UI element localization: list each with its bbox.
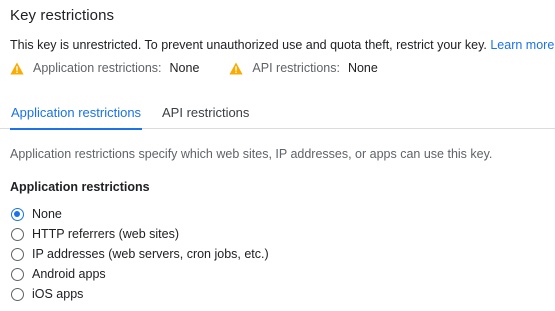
- radio-option-http-referrers[interactable]: HTTP referrers (web sites): [10, 224, 269, 244]
- radio-option-ip-addresses[interactable]: IP addresses (web servers, cron jobs, et…: [10, 244, 269, 264]
- warning-icon: [229, 62, 244, 75]
- radio-button[interactable]: [11, 287, 24, 301]
- radio-button[interactable]: [11, 207, 24, 221]
- radio-option-ios-apps[interactable]: iOS apps: [10, 284, 269, 304]
- restriction-tabs: Application restrictions API restriction…: [0, 96, 555, 130]
- radio-label: IP addresses (web servers, cron jobs, et…: [32, 247, 269, 261]
- api-restrictions-warning: API restrictions: None: [229, 61, 378, 75]
- application-restrictions-warning: Application restrictions: None: [10, 61, 199, 75]
- tab-api-restrictions[interactable]: API restrictions: [161, 96, 250, 129]
- key-restrictions-panel: Key restrictions This key is unrestricte…: [0, 0, 555, 311]
- warning-label: Application restrictions:: [33, 61, 162, 75]
- application-restrictions-heading: Application restrictions: [10, 180, 150, 194]
- radio-button[interactable]: [11, 227, 24, 241]
- warning-value: None: [347, 61, 378, 75]
- learn-more-link[interactable]: Learn more: [490, 38, 554, 52]
- radio-label: None: [32, 207, 62, 221]
- application-restrictions-helper: Application restrictions specify which w…: [10, 147, 493, 161]
- radio-label: Android apps: [32, 267, 106, 281]
- radio-label: iOS apps: [32, 287, 84, 301]
- section-title: Key restrictions: [10, 7, 115, 24]
- tab-application-restrictions[interactable]: Application restrictions: [10, 96, 143, 130]
- warning-value: None: [169, 61, 200, 75]
- radio-button[interactable]: [11, 267, 24, 281]
- radio-label: HTTP referrers (web sites): [32, 227, 180, 241]
- warning-label: API restrictions:: [252, 61, 340, 75]
- radio-option-none[interactable]: None: [10, 204, 269, 224]
- radio-option-android-apps[interactable]: Android apps: [10, 264, 269, 284]
- application-restrictions-radio-group: None HTTP referrers (web sites) IP addre…: [10, 204, 269, 304]
- warning-icon: [10, 62, 24, 75]
- restriction-warnings: Application restrictions: None API restr…: [10, 61, 408, 75]
- description-text: This key is unrestricted. To prevent una…: [10, 38, 487, 52]
- radio-button[interactable]: [11, 247, 24, 261]
- unrestricted-description: This key is unrestricted. To prevent una…: [10, 38, 554, 52]
